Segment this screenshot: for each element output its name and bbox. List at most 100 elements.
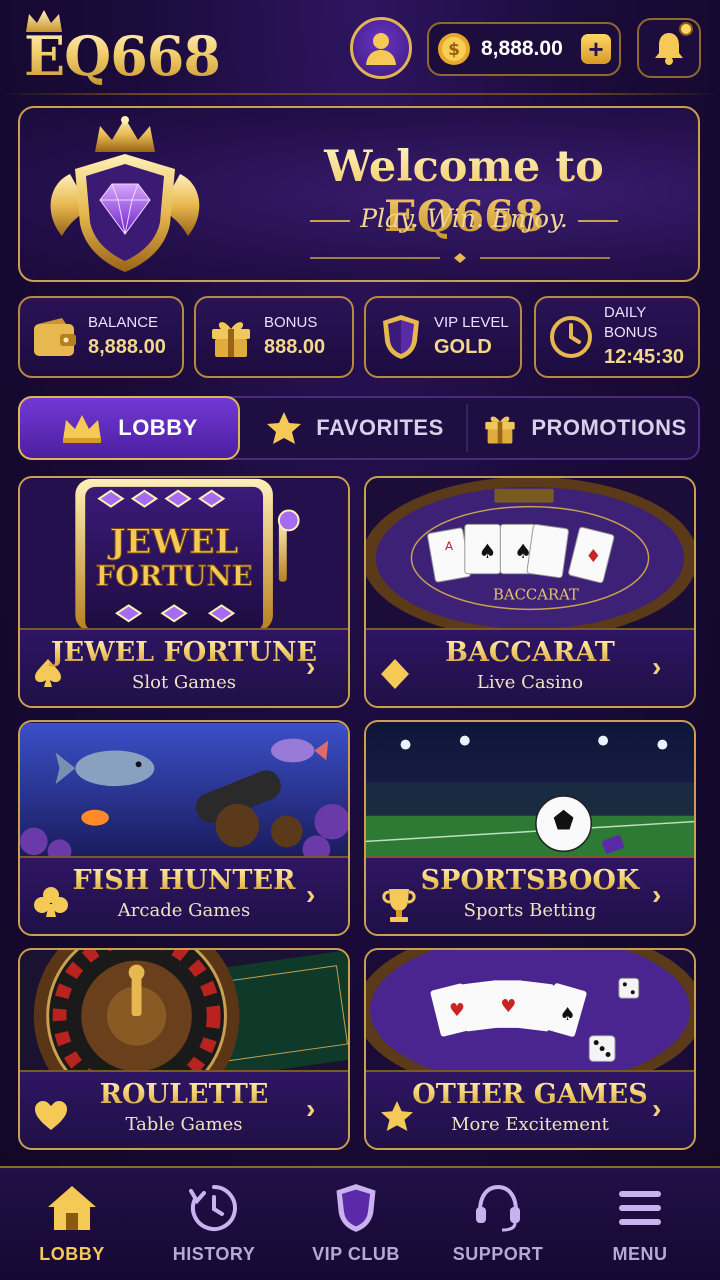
stat-vip-level[interactable]: VIP LEVEL GOLD [364, 296, 522, 378]
card-title: OTHER GAMES [366, 1078, 694, 1112]
card-caption: FISH HUNTER Arcade Games › [20, 856, 348, 934]
game-card-sportsbook[interactable]: SPORTSBOOK Sports Betting › [364, 720, 696, 936]
user-icon [366, 33, 396, 65]
tab-divider [466, 404, 468, 452]
card-subtitle: Table Games [125, 1114, 243, 1135]
stat-value: 888.00 [264, 336, 326, 358]
card-title: FISH HUNTER [20, 864, 348, 898]
svg-text:♦: ♦ [585, 546, 601, 567]
logo[interactable]: EQ668 [22, 8, 232, 88]
stat-label: BONUS [264, 314, 318, 331]
chevron-right-icon: › [652, 1093, 662, 1124]
nav-label: LOBBY [39, 1244, 105, 1264]
tab-label: PROMOTIONS [531, 415, 687, 440]
svg-text:♠: ♠ [514, 540, 532, 563]
wallet-amount: 8,888.00 [481, 37, 563, 60]
tab-label: FAVORITES [316, 415, 444, 440]
stat-balance[interactable]: BALANCE 8,888.00 [18, 296, 184, 378]
card-subtitle: Slot Games [132, 672, 236, 693]
ornament-divider [310, 253, 610, 263]
nav-support[interactable]: SUPPORT [428, 1180, 568, 1276]
nav-lobby[interactable]: LOBBY [2, 1180, 142, 1276]
svg-text:JEWEL: JEWEL [107, 521, 238, 561]
stat-value: GOLD [434, 336, 492, 358]
stat-value: 8,888.00 [88, 336, 166, 358]
stat-label: VIP LEVEL [434, 314, 509, 331]
card-subtitle: Arcade Games [117, 900, 251, 921]
cards-and-dice-image: ♥ ♥ ♠ [366, 950, 694, 1076]
card-caption: JEWEL FORTUNE Slot Games › [20, 628, 348, 706]
nav-history[interactable]: HISTORY [144, 1180, 284, 1276]
card-caption: OTHER GAMES More Excitement › [366, 1070, 694, 1148]
chevron-right-icon: › [652, 651, 662, 682]
card-caption: BACCARAT Live Casino › [366, 628, 694, 706]
clock-icon [546, 312, 596, 362]
card-subtitle: Live Casino [476, 672, 584, 693]
tab-favorites[interactable]: FAVORITES [246, 398, 464, 458]
profile-avatar-button[interactable] [350, 17, 412, 79]
wallet-balance[interactable]: $ 8,888.00 + [427, 22, 621, 76]
nav-label: HISTORY [172, 1244, 256, 1264]
svg-text:♥: ♥ [500, 996, 516, 1017]
stat-value: 12:45:30 [604, 346, 685, 368]
game-card-other-games[interactable]: ♥ ♥ ♠ OTHER GAMES More Excitement › [364, 948, 696, 1150]
wallet-icon [30, 312, 80, 362]
stat-label: DAILY BONUS [604, 304, 658, 341]
shield-icon [376, 312, 426, 362]
nav-label: MENU [612, 1244, 668, 1264]
headset-icon [428, 1180, 568, 1236]
crown-icon [60, 412, 104, 444]
svg-text:♠: ♠ [560, 1004, 576, 1025]
roulette-wheel-image [20, 950, 348, 1076]
nav-vip-club[interactable]: VIP CLUB [286, 1180, 426, 1276]
welcome-subtitle: Play. Win. Enjoy. [244, 204, 684, 233]
svg-text:BACCARAT: BACCARAT [493, 586, 579, 603]
welcome-banner: Welcome to EQ668 Play. Win. Enjoy. [18, 106, 700, 282]
nav-label: VIP CLUB [312, 1244, 400, 1264]
card-subtitle: More Excitement [451, 1114, 609, 1135]
baccarat-table-image: A ♠ ♠ ♦ BACCARAT [366, 478, 694, 632]
svg-text:♥: ♥ [449, 1000, 465, 1021]
svg-text:FORTUNE: FORTUNE [95, 560, 252, 593]
nav-menu[interactable]: MENU [570, 1180, 710, 1276]
card-title: ROULETTE [20, 1078, 348, 1112]
bell-icon [655, 33, 683, 65]
header-divider [0, 93, 720, 95]
shield-icon [286, 1180, 426, 1236]
menu-icon [570, 1180, 710, 1236]
card-caption: ROULETTE Table Games › [20, 1070, 348, 1148]
chevron-right-icon: › [306, 1093, 316, 1124]
card-title: BACCARAT [366, 636, 694, 670]
notification-dot [679, 22, 693, 36]
stat-daily-bonus[interactable]: DAILY BONUS 12:45:30 [534, 296, 700, 378]
app-header: EQ668 $ 8,888.00 + [0, 0, 720, 96]
category-tabs: LOBBY FAVORITES PROMOTIONS [18, 396, 700, 460]
star-icon [266, 411, 302, 445]
card-title: SPORTSBOOK [366, 864, 694, 898]
home-icon [2, 1180, 142, 1236]
slot-machine-image: JEWEL FORTUNE [20, 478, 348, 632]
svg-text:♠: ♠ [479, 540, 497, 563]
logo-text: EQ668 [24, 24, 221, 88]
card-title: JEWEL FORTUNE [20, 636, 348, 670]
chevron-right-icon: › [306, 651, 316, 682]
game-card-jewel-fortune[interactable]: JEWEL FORTUNE JEWEL FORTUNE Slot Games › [18, 476, 350, 708]
add-funds-button[interactable]: + [581, 34, 611, 64]
tab-promotions[interactable]: PROMOTIONS [470, 398, 700, 458]
notifications-button[interactable] [637, 18, 701, 78]
tab-lobby[interactable]: LOBBY [18, 396, 240, 460]
tab-label: LOBBY [118, 415, 198, 440]
svg-text:$: $ [448, 40, 460, 60]
game-card-baccarat[interactable]: A ♠ ♠ ♦ BACCARAT BACCARAT Live Casino › [364, 476, 696, 708]
game-card-roulette[interactable]: ROULETTE Table Games › [18, 948, 350, 1150]
svg-text:A: A [445, 539, 453, 553]
stat-bonus[interactable]: BONUS 888.00 [194, 296, 354, 378]
stat-label: BALANCE [88, 314, 159, 331]
card-caption: SPORTSBOOK Sports Betting › [366, 856, 694, 934]
stadium-image [366, 722, 694, 862]
game-card-fish-hunter[interactable]: FISH HUNTER Arcade Games › [18, 720, 350, 936]
coin-icon: $ [438, 33, 470, 65]
gift-icon [206, 312, 256, 362]
history-icon [144, 1180, 284, 1236]
diamond-crest-icon [50, 116, 200, 272]
